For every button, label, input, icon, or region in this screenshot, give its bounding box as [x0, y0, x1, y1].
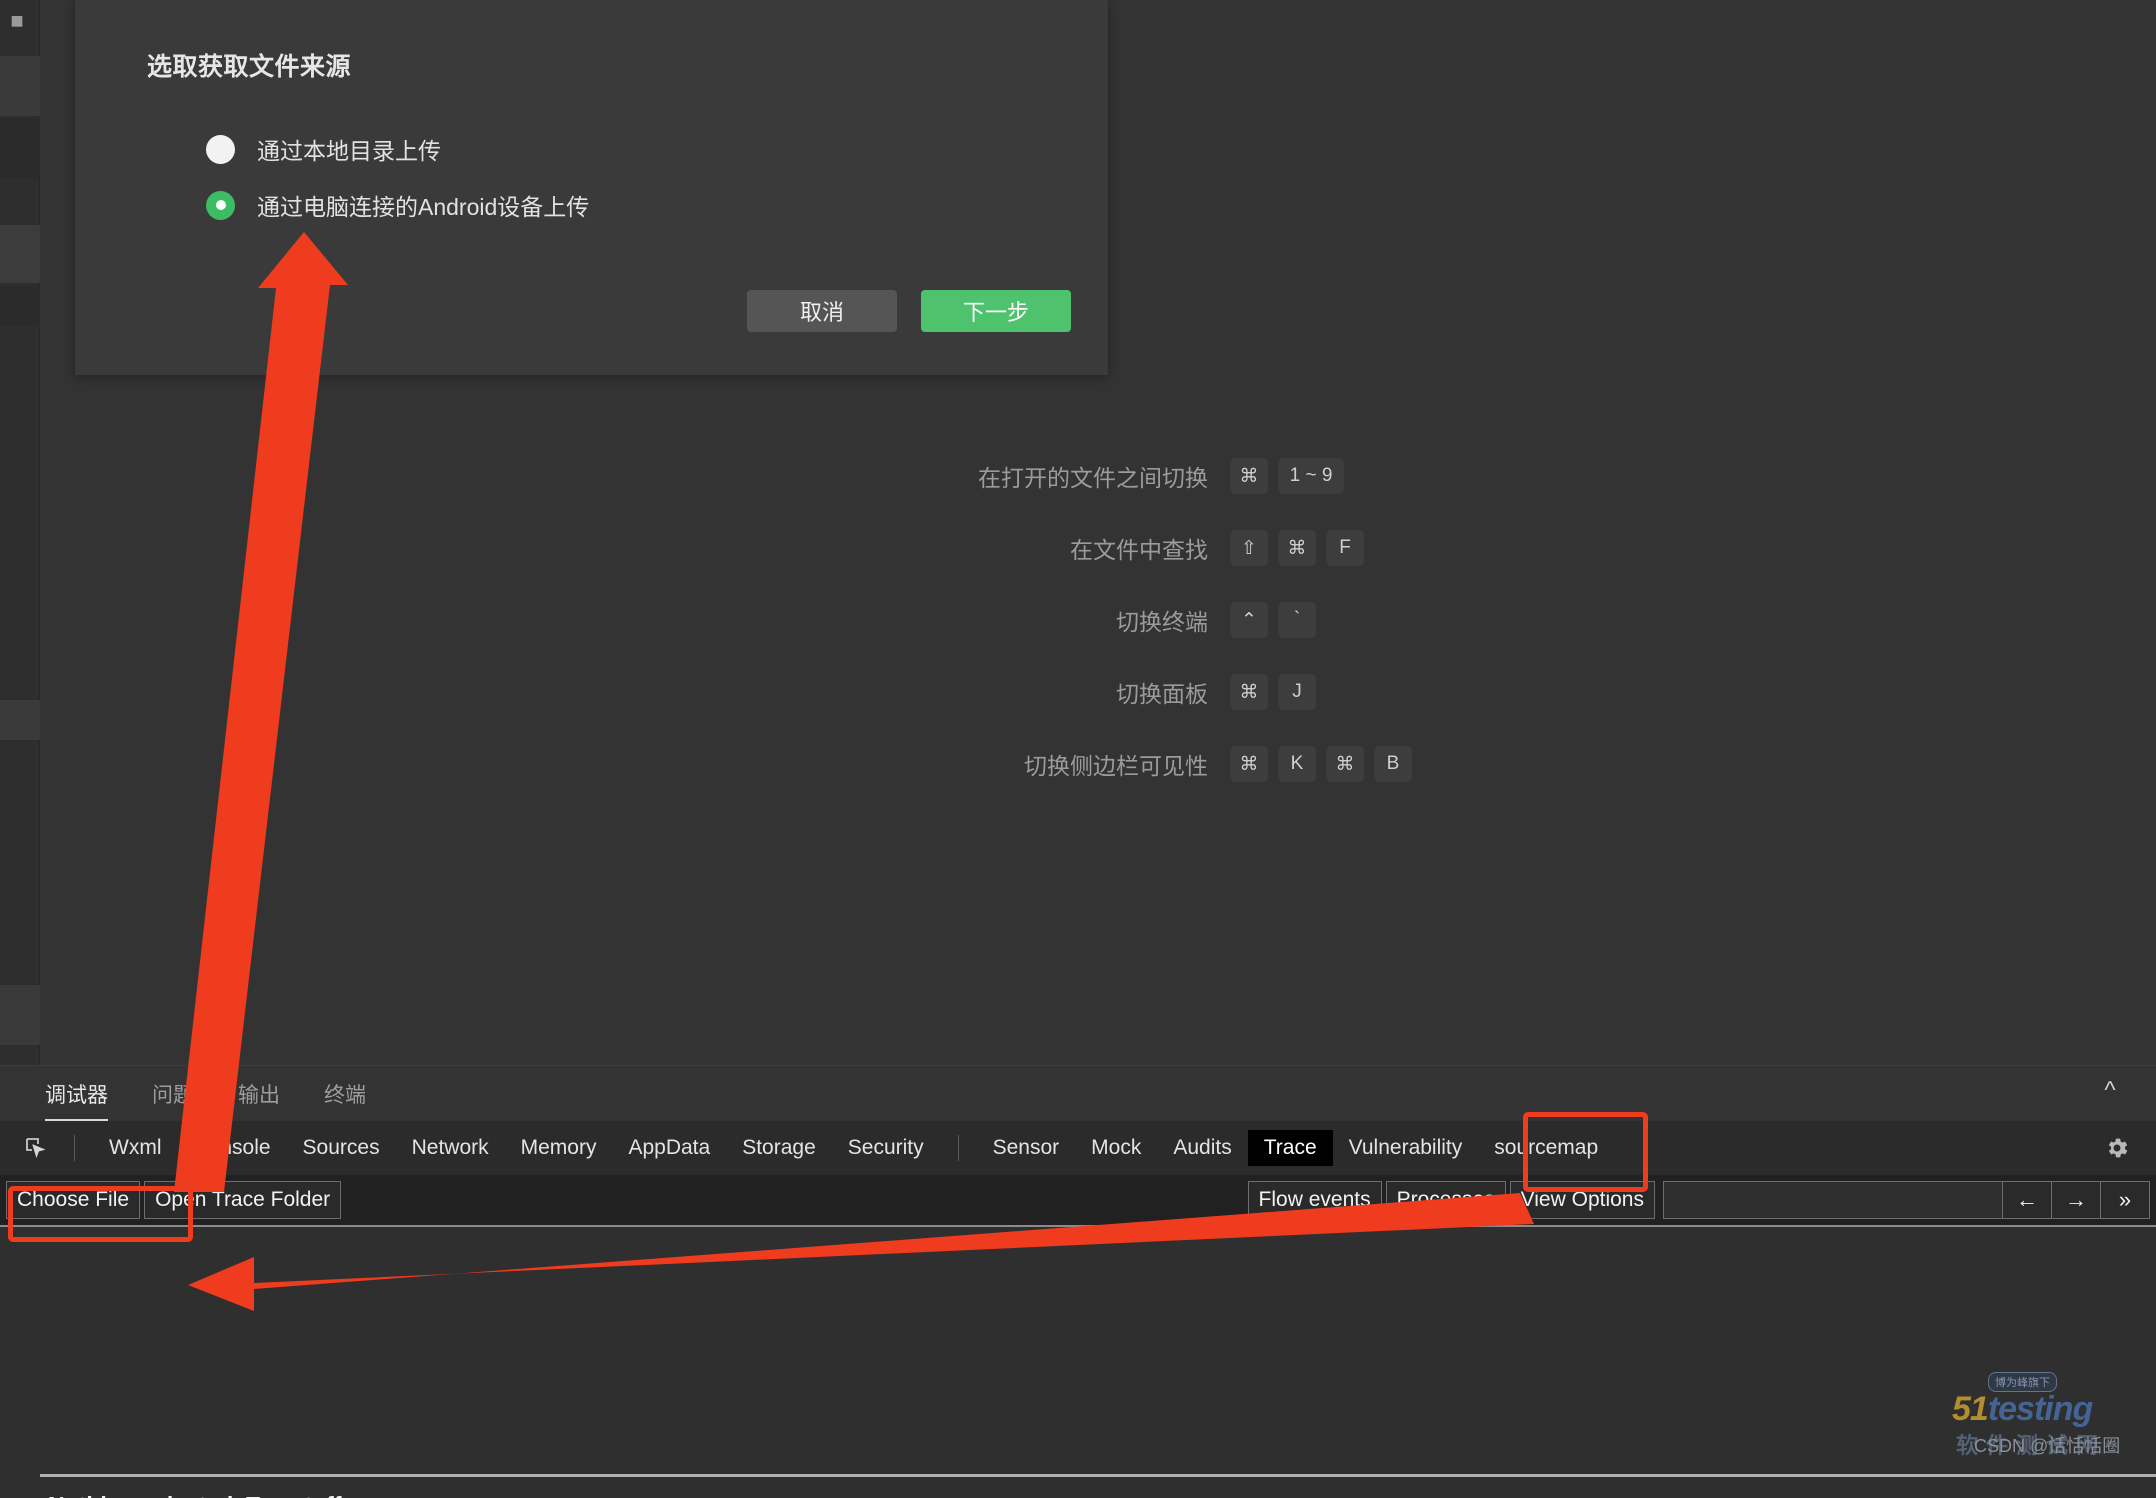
shortcut-keys: ⌘ 1 ~ 9	[1230, 458, 1440, 494]
devtools-tab-storage[interactable]: Storage	[726, 1130, 832, 1166]
devtools-tab-console[interactable]: Console	[177, 1130, 286, 1166]
trace-search-input[interactable]	[1663, 1181, 2003, 1219]
key-cap: ⌘	[1278, 530, 1316, 566]
gear-icon[interactable]	[2100, 1133, 2134, 1163]
trace-toolbar: Choose File Open Trace Folder Flow event…	[0, 1175, 2156, 1227]
shortcut-row: 在打开的文件之间切换 ⌘ 1 ~ 9	[820, 440, 1440, 512]
radio-button[interactable]	[206, 134, 235, 164]
key-cap: ⌘	[1230, 746, 1268, 782]
activity-bar-slot[interactable]	[0, 700, 40, 740]
panel-tab-terminal[interactable]: 终端	[324, 1079, 366, 1121]
shortcut-row: 切换面板 ⌘ J	[820, 656, 1440, 728]
devtools-tab-mock[interactable]: Mock	[1075, 1130, 1157, 1166]
key-cap: K	[1278, 746, 1316, 782]
shortcut-label: 切换面板	[1116, 681, 1208, 707]
key-cap: ⌘	[1230, 458, 1268, 494]
bottom-panel: 调试器 问题 输出 终端 ^ Wxml Console Sources Netw…	[0, 1065, 2156, 1498]
shortcut-keys: ⇧ ⌘ F	[1230, 530, 1440, 566]
processes-button[interactable]: Processes	[1385, 1181, 1506, 1219]
editor-area: 选取获取文件来源 通过本地目录上传 通过电脑连接的Android设备上传 取消 …	[40, 0, 2156, 1065]
key-cap: ⇧	[1230, 530, 1268, 566]
radio-button-selected[interactable]	[206, 190, 235, 220]
devtools-tab-network[interactable]: Network	[396, 1130, 505, 1166]
devtools-tab-bar: Wxml Console Sources Network Memory AppD…	[0, 1121, 2156, 1175]
key-cap: `	[1278, 602, 1316, 638]
devtools-tab-sourcemap[interactable]: sourcemap	[1478, 1130, 1614, 1166]
panel-tab-bar: 调试器 问题 输出 终端 ^	[0, 1066, 2156, 1121]
key-cap: F	[1326, 530, 1364, 566]
shortcut-row: 切换终端 ⌃ `	[820, 584, 1440, 656]
shortcut-row: 在文件中查找 ⇧ ⌘ F	[820, 512, 1440, 584]
panel-tab-problems[interactable]: 问题	[152, 1079, 194, 1121]
shortcut-label: 在文件中查找	[1070, 537, 1208, 563]
flow-events-button[interactable]: Flow events	[1247, 1181, 1382, 1219]
panel-tab-debugger[interactable]: 调试器	[45, 1079, 108, 1121]
devtools-tab-wxml[interactable]: Wxml	[93, 1130, 177, 1166]
radio-option-local-directory[interactable]: 通过本地目录上传	[206, 132, 441, 166]
dialog-actions: 取消 下一步	[747, 290, 1071, 332]
next-step-button[interactable]: 下一步	[921, 290, 1071, 332]
shortcut-label: 在打开的文件之间切换	[978, 465, 1208, 491]
activity-bar-slot[interactable]	[0, 985, 40, 1045]
open-trace-folder-button[interactable]: Open Trace Folder	[144, 1181, 342, 1219]
activity-bar-slot[interactable]	[0, 286, 40, 326]
inspect-element-icon[interactable]	[20, 1133, 52, 1163]
key-cap: ⌘	[1326, 746, 1364, 782]
next-arrow-icon[interactable]: →	[2051, 1181, 2101, 1219]
key-cap: J	[1278, 674, 1316, 710]
devtools-tab-sensor[interactable]: Sensor	[977, 1130, 1076, 1166]
panel-tab-output[interactable]: 输出	[238, 1079, 280, 1121]
view-options-button[interactable]: View Options	[1509, 1181, 1655, 1219]
divider	[74, 1135, 75, 1161]
key-cap: ⌘	[1230, 674, 1268, 710]
key-cap: B	[1374, 746, 1412, 782]
trace-content-area: Nothing selected. Tap stuff.	[0, 1227, 2156, 1498]
keyboard-shortcut-hints: 在打开的文件之间切换 ⌘ 1 ~ 9 在文件中查找 ⇧ ⌘ F 切换终端 ⌃ `…	[820, 440, 1440, 800]
activity-bar: ■	[0, 0, 40, 1065]
cancel-button[interactable]: 取消	[747, 290, 897, 332]
shortcut-label: 切换终端	[1116, 609, 1208, 635]
devtools-tab-appdata[interactable]: AppData	[612, 1130, 726, 1166]
activity-bar-glyph: ■	[10, 8, 24, 33]
radio-option-label: 通过电脑连接的Android设备上传	[257, 194, 590, 220]
app-root: ■ 选取获取文件来源 通过本地目录上传 通过电脑连接的Android设备上传 取…	[0, 0, 2156, 1498]
shortcut-keys: ⌃ `	[1230, 602, 1440, 638]
trace-status-text: Nothing selected. Tap stuff.	[48, 1492, 348, 1498]
radio-option-android-device[interactable]: 通过电脑连接的Android设备上传	[206, 188, 589, 222]
devtools-tab-memory[interactable]: Memory	[505, 1130, 613, 1166]
activity-bar-slot[interactable]	[0, 225, 40, 283]
file-source-dialog: 选取获取文件来源 通过本地目录上传 通过电脑连接的Android设备上传 取消 …	[75, 0, 1108, 375]
radio-option-label: 通过本地目录上传	[257, 138, 441, 164]
more-arrow-icon[interactable]: »	[2100, 1181, 2150, 1219]
dialog-title: 选取获取文件来源	[147, 53, 352, 81]
divider	[40, 1474, 2156, 1477]
activity-bar-slot[interactable]	[0, 118, 40, 178]
choose-file-button[interactable]: Choose File	[6, 1181, 141, 1219]
devtools-tab-vulnerability[interactable]: Vulnerability	[1333, 1130, 1479, 1166]
devtools-tab-sources[interactable]: Sources	[287, 1130, 396, 1166]
key-cap: ⌃	[1230, 602, 1268, 638]
chevron-up-icon[interactable]: ^	[2092, 1076, 2128, 1106]
prev-arrow-icon[interactable]: ←	[2002, 1181, 2052, 1219]
devtools-tab-trace[interactable]: Trace	[1247, 1130, 1333, 1166]
shortcut-keys: ⌘ K ⌘ B	[1230, 746, 1440, 782]
divider	[957, 1135, 959, 1161]
key-cap: 1 ~ 9	[1278, 458, 1344, 494]
activity-bar-slot[interactable]	[0, 56, 40, 116]
shortcut-row: 切换侧边栏可见性 ⌘ K ⌘ B	[820, 728, 1440, 800]
shortcut-keys: ⌘ J	[1230, 674, 1440, 710]
shortcut-label: 切换侧边栏可见性	[1024, 753, 1208, 779]
devtools-tab-audits[interactable]: Audits	[1157, 1130, 1247, 1166]
devtools-tab-security[interactable]: Security	[832, 1130, 940, 1166]
